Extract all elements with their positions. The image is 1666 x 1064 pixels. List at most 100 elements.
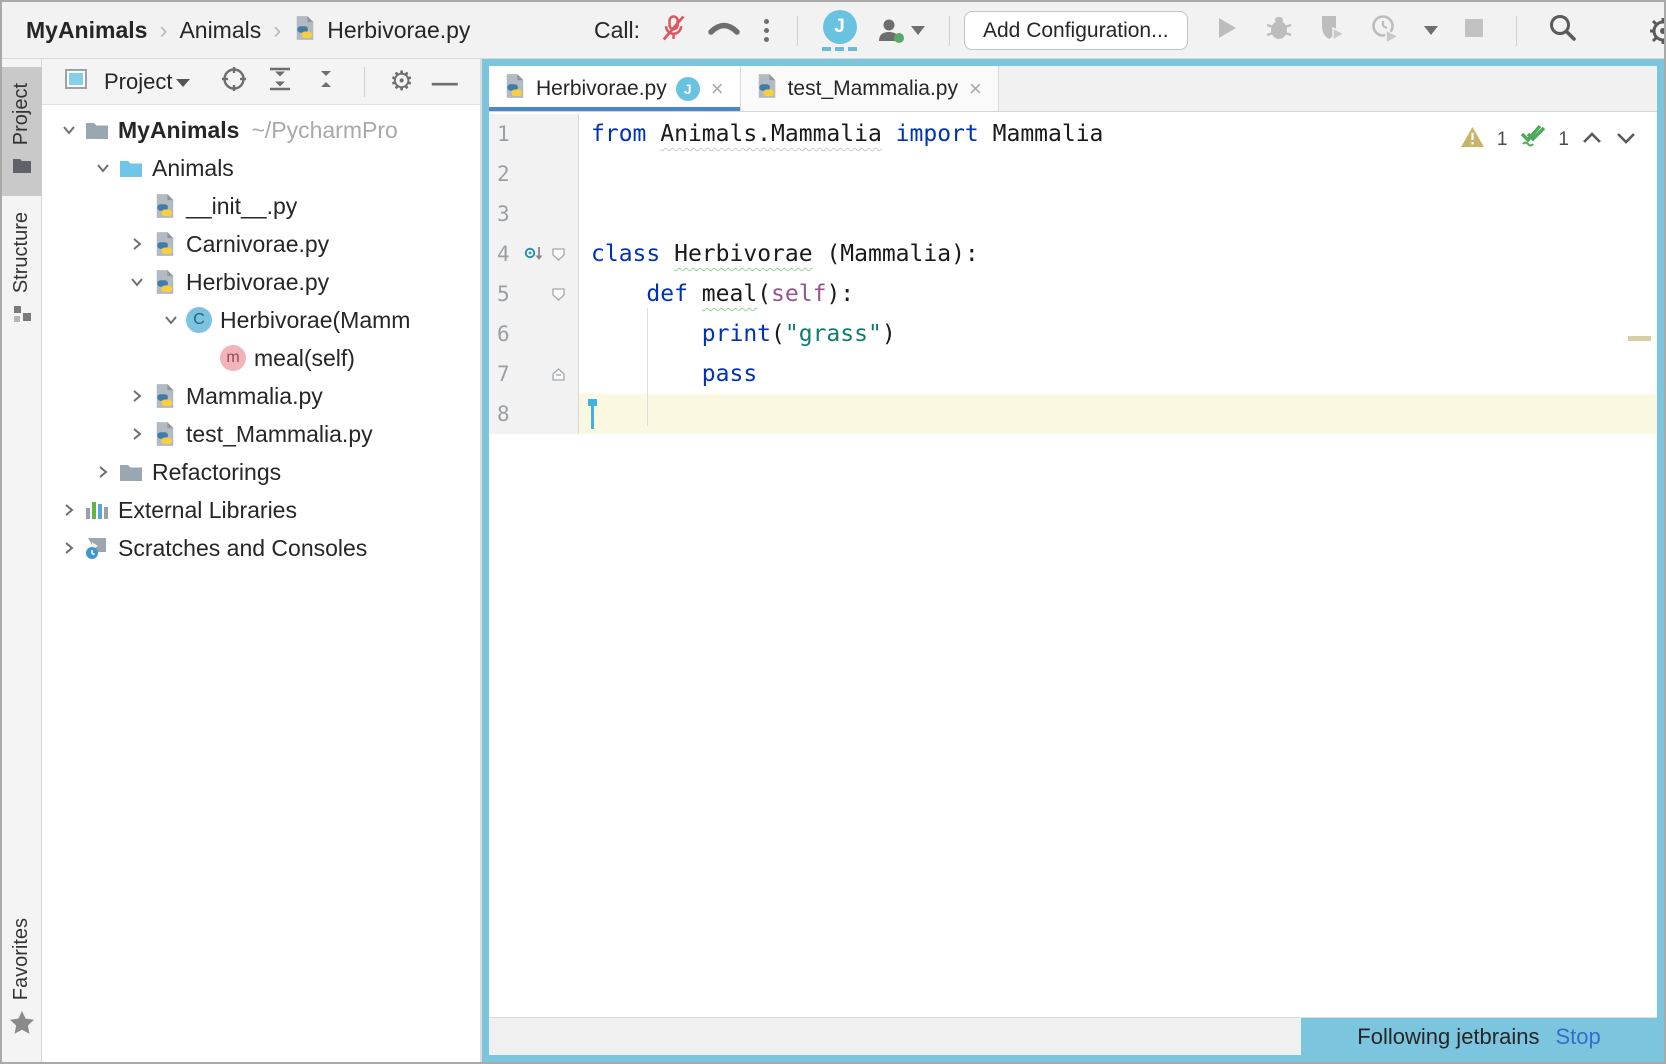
code-text[interactable] xyxy=(579,194,1657,234)
breadcrumb-file[interactable]: Herbivorae.py xyxy=(327,17,470,44)
editor-gutter[interactable]: 2 xyxy=(489,154,579,194)
tool-window-tab-label: Project xyxy=(10,83,33,145)
method-icon: m xyxy=(218,345,248,371)
code-line-5[interactable]: 5 def meal(self): xyxy=(489,274,1657,314)
chevron-right-icon[interactable] xyxy=(124,234,150,254)
tree-item-test-mammalia-py[interactable]: test_Mammalia.py xyxy=(42,415,480,453)
tree-item-herbivorae-mamm[interactable]: CHerbivorae(Mamm xyxy=(42,301,480,339)
chevron-down-icon[interactable] xyxy=(158,310,184,330)
search-everywhere-icon[interactable] xyxy=(1547,12,1579,49)
collaborator-avatar[interactable]: J xyxy=(822,10,857,51)
editor[interactable]: 1from Animals.Mammalia import Mammalia23… xyxy=(489,112,1657,1017)
tree-item-herbivorae-py[interactable]: Herbivorae.py xyxy=(42,263,480,301)
code-text[interactable]: def meal(self): xyxy=(579,274,1657,314)
chevron-down-icon[interactable] xyxy=(56,120,82,140)
end-call-icon[interactable] xyxy=(706,15,742,46)
panel-settings-icon[interactable]: ⚙ xyxy=(389,68,413,95)
fold-marker-icon[interactable] xyxy=(547,367,569,382)
code-text[interactable] xyxy=(579,154,1657,194)
chevron-down-icon[interactable] xyxy=(90,158,116,178)
chevron-right-icon[interactable] xyxy=(56,500,82,520)
scratches-icon xyxy=(82,536,112,560)
indent-guide xyxy=(647,308,648,426)
editor-gutter[interactable]: 5 xyxy=(489,274,579,314)
editor-gutter[interactable]: 3 xyxy=(489,194,579,234)
code-token: from xyxy=(591,121,646,147)
collapse-all-icon[interactable] xyxy=(312,65,340,98)
stop-following-link[interactable]: Stop xyxy=(1555,1024,1600,1050)
fold-marker-icon[interactable] xyxy=(547,287,569,302)
code-text[interactable]: print("grass") xyxy=(579,314,1657,354)
add-configuration-button[interactable]: Add Configuration... xyxy=(964,11,1188,50)
chevron-right-icon[interactable] xyxy=(124,386,150,406)
settings-icon[interactable] xyxy=(1648,16,1664,51)
overridden-marker-icon[interactable] xyxy=(521,244,547,264)
chevron-right-icon[interactable] xyxy=(56,538,82,558)
code-token: ) xyxy=(882,321,896,347)
editor-gutter[interactable]: 4 xyxy=(489,234,579,274)
editor-gutter[interactable]: 8 xyxy=(489,394,579,434)
chevron-down-icon xyxy=(176,79,190,87)
tree-item-myanimals[interactable]: MyAnimals~/PycharmPro xyxy=(42,111,480,149)
tree-item-label: Scratches and Consoles xyxy=(118,535,367,562)
editor-tab-herbivorae-py[interactable]: Herbivorae.pyJ× xyxy=(489,66,741,111)
tree-item-carnivorae-py[interactable]: Carnivorae.py xyxy=(42,225,480,263)
breadcrumb-project[interactable]: MyAnimals xyxy=(26,17,147,44)
locate-file-icon[interactable] xyxy=(220,65,248,98)
code-line-3[interactable]: 3 xyxy=(489,194,1657,234)
code-token: self xyxy=(771,281,826,307)
chevron-right-icon[interactable] xyxy=(90,462,116,482)
microphone-off-icon[interactable] xyxy=(658,13,688,48)
code-line-2[interactable]: 2 xyxy=(489,154,1657,194)
editor-gutter[interactable]: 6 xyxy=(489,314,579,354)
editor-tab-test-mammalia-py[interactable]: test_Mammalia.py× xyxy=(741,66,999,111)
avatar[interactable]: J xyxy=(823,10,857,44)
project-panel-title[interactable]: Project xyxy=(104,69,190,95)
expand-all-icon[interactable] xyxy=(266,65,294,98)
code-area[interactable]: 1from Animals.Mammalia import Mammalia23… xyxy=(489,112,1657,1017)
tool-window-bar: Project Structure Favorites xyxy=(2,59,42,1062)
tree-item-mammalia-py[interactable]: Mammalia.py xyxy=(42,377,480,415)
code-line-6[interactable]: 6 print("grass") xyxy=(489,314,1657,354)
line-number: 2 xyxy=(489,154,521,194)
warning-stripe-mark[interactable] xyxy=(1628,336,1651,341)
chevron-down-icon[interactable] xyxy=(124,272,150,292)
warning-icon xyxy=(1460,126,1485,154)
project-view-icon xyxy=(64,68,88,95)
editor-tab-bar: Herbivorae.pyJ×test_Mammalia.py× xyxy=(489,66,1657,112)
tree-item-meal-self-[interactable]: mmeal(self) xyxy=(42,339,480,377)
tool-window-tab-favorites[interactable]: Favorites xyxy=(2,902,42,1056)
code-text[interactable] xyxy=(579,394,1657,434)
fold-marker-icon[interactable] xyxy=(547,247,569,262)
hide-panel-icon[interactable]: — xyxy=(432,69,458,95)
tool-window-tab-project[interactable]: Project xyxy=(2,67,42,196)
tree-item--init-py[interactable]: __init__.py xyxy=(42,187,480,225)
next-highlight-icon[interactable] xyxy=(1615,129,1637,151)
tree-item-scratches-and-consoles[interactable]: Scratches and Consoles xyxy=(42,529,480,567)
run-options-chevron-icon[interactable] xyxy=(1424,26,1438,35)
code-line-7[interactable]: 7 pass xyxy=(489,354,1657,394)
inspections-widget[interactable]: 1 1 xyxy=(1460,124,1637,155)
tool-window-tab-structure[interactable]: Structure xyxy=(2,196,42,346)
editor-gutter[interactable]: 1 xyxy=(489,114,579,154)
code-text[interactable]: pass xyxy=(579,354,1657,394)
editor-gutter[interactable]: 7 xyxy=(489,354,579,394)
tree-item-refactorings[interactable]: Refactorings xyxy=(42,453,480,491)
code-token: def xyxy=(646,281,688,307)
chevron-right-icon[interactable] xyxy=(124,424,150,444)
chevron-right-icon: › xyxy=(271,17,283,45)
code-line-4[interactable]: 4class Herbivorae (Mammalia): xyxy=(489,234,1657,274)
editor-bottom-strip: Following jetbrains Stop xyxy=(489,1017,1657,1055)
code-text[interactable]: class Herbivorae (Mammalia): xyxy=(579,234,1657,274)
chevron-right-icon: › xyxy=(157,17,169,45)
tree-item-external-libraries[interactable]: External Libraries xyxy=(42,491,480,529)
close-tab-icon[interactable]: × xyxy=(709,76,726,102)
code-line-8[interactable]: 8 xyxy=(489,394,1657,434)
close-tab-icon[interactable]: × xyxy=(967,76,984,102)
participants-dropdown[interactable] xyxy=(875,16,925,46)
more-options-icon[interactable] xyxy=(760,19,773,42)
breadcrumb-package[interactable]: Animals xyxy=(179,17,261,44)
previous-highlight-icon[interactable] xyxy=(1581,129,1603,151)
tree-item-animals[interactable]: Animals xyxy=(42,149,480,187)
typo-ok-icon xyxy=(1519,124,1546,155)
